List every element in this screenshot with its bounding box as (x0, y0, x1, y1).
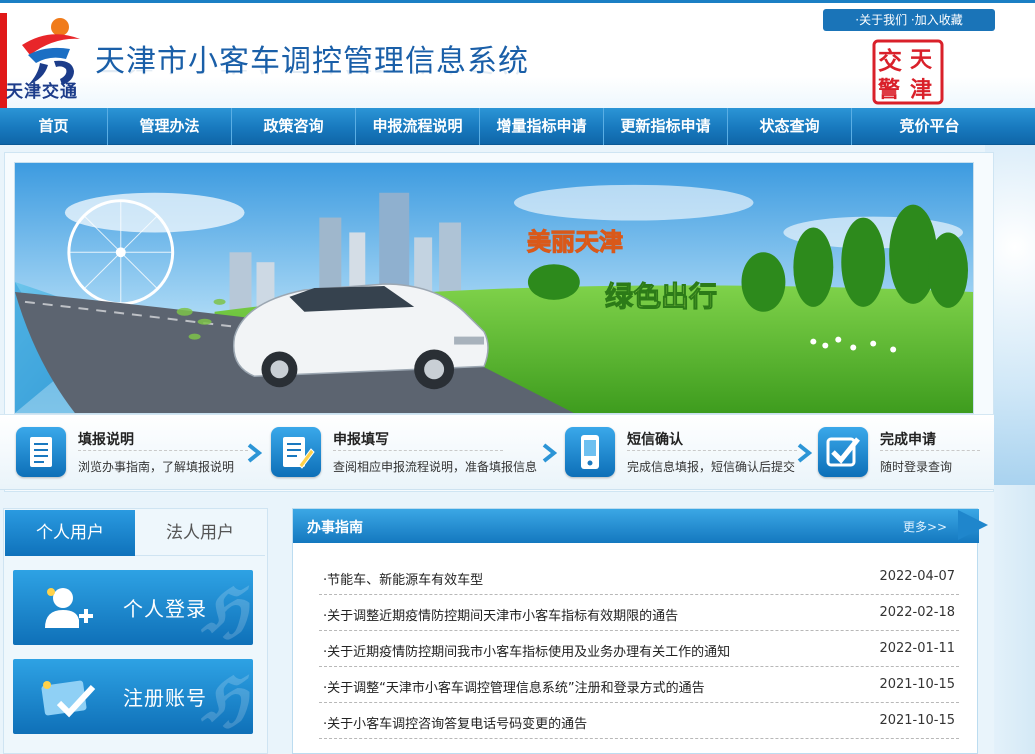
banner-slogan-green-travel: 绿色出行 (604, 280, 718, 314)
guide-header: 办事指南 更多>> (293, 509, 979, 543)
main-nav: 首页 管理办法 政策咨询 申报流程说明 增量指标申请 更新指标申请 状态查询 竞… (0, 108, 1035, 145)
nav-home[interactable]: 首页 (0, 108, 108, 145)
nav-status-query[interactable]: 状态查询 (728, 108, 852, 145)
list-item[interactable]: ·关于近期疫情防控期间我市小客车指标使用及业务办理有关工作的通知 2022-01… (319, 631, 959, 667)
header: 天津交通 天津市小客车调控管理信息系统 天津市小客车调控管理信息系统 ·关于我们… (0, 0, 1035, 109)
step-title: 填报说明 (78, 432, 134, 448)
list-item[interactable]: ·节能车、新能源车有效车型 2022-04-07 (319, 559, 959, 595)
nav-policy-consult[interactable]: 政策咨询 (232, 108, 356, 145)
register-account-label: 注册账号 (123, 686, 207, 710)
svg-text:警: 警 (877, 77, 900, 103)
banner-slogan-beautiful-tianjin: 美丽天津 (527, 228, 624, 257)
step-fill-guide[interactable]: 填报说明 浏览办事指南，了解填报说明 (16, 425, 248, 485)
list-item[interactable]: ·关于调整“天津市小客车调控管理信息系统”注册和登录方式的通告 2021-10-… (319, 667, 959, 703)
step-title: 短信确认 (627, 432, 683, 448)
list-item[interactable]: ·关于小客车调控咨询答复电话号码变更的通告 2021-10-15 (319, 703, 959, 739)
site-title-reflection: 天津市小客车调控管理信息系统 (95, 70, 529, 84)
news-date: 2021-10-15 (879, 677, 955, 692)
banner-image (14, 162, 974, 414)
chevron-right-icon (542, 443, 557, 463)
step-divider (880, 450, 980, 451)
step-fill-application[interactable]: 申报填写 查阅相应申报流程说明，准备填报信息 (271, 425, 541, 485)
step-complete[interactable]: 完成申请 随时登录查询 (818, 425, 988, 485)
step-description: 浏览办事指南，了解填报说明 (78, 460, 235, 474)
step-description: 完成信息填报，短信确认后提交 (627, 460, 796, 474)
news-date: 2022-02-18 (879, 605, 955, 620)
checkmark-icon (818, 427, 868, 477)
news-title[interactable]: ·关于小客车调控咨询答复电话号码变更的通告 (323, 713, 587, 732)
add-favorite-link[interactable]: 加入收藏 (915, 13, 963, 27)
news-title[interactable]: ·关于调整“天津市小客车调控管理信息系统”注册和登录方式的通告 (323, 677, 705, 696)
service-guide-panel: 办事指南 更多>> ·节能车、新能源车有效车型 2022-04-07 ·关于调整… (292, 508, 979, 754)
header-ribbon-icon (958, 510, 988, 540)
news-date: 2022-01-11 (879, 641, 955, 656)
step-sms-confirm[interactable]: 短信确认 完成信息填报，短信确认后提交 (565, 425, 797, 485)
personal-login-button[interactable]: ℌ 个人登录 (13, 570, 253, 645)
step-divider (78, 450, 248, 451)
news-title[interactable]: ·关于调整近期疫情防控期间天津市小客车指标有效期限的通告 (323, 605, 678, 624)
news-title[interactable]: ·关于近期疫情防控期间我市小客车指标使用及业务办理有关工作的通知 (323, 641, 730, 660)
tab-personal-user[interactable]: 个人用户 (5, 510, 135, 556)
watermark-glyph: ℌ (201, 576, 247, 645)
login-panel: 个人用户 法人用户 ℌ 个人登录 ℌ 注册账号 (3, 508, 268, 754)
tab-corporate-user[interactable]: 法人用户 (135, 510, 265, 556)
register-account-button[interactable]: ℌ 注册账号 (13, 659, 253, 734)
news-list: ·节能车、新能源车有效车型 2022-04-07 ·关于调整近期疫情防控期间天津… (319, 559, 959, 739)
user-type-tabs: 个人用户 法人用户 (5, 510, 267, 556)
register-check-icon (41, 680, 96, 718)
chevron-right-icon (247, 443, 262, 463)
nav-bidding-platform[interactable]: 竞价平台 (852, 108, 1007, 145)
list-item[interactable]: ·关于调整近期疫情防控期间天津市小客车指标有效期限的通告 2022-02-18 (319, 595, 959, 631)
tianjin-traffic-police-seal[interactable]: 交 天 警 津 (872, 39, 944, 105)
nav-process-guide[interactable]: 申报流程说明 (356, 108, 480, 145)
document-icon (16, 427, 66, 477)
svg-text:天: 天 (910, 47, 933, 73)
chevron-right-icon (797, 443, 812, 463)
user-add-icon (45, 588, 93, 628)
news-title[interactable]: ·节能车、新能源车有效车型 (323, 569, 483, 588)
mobile-phone-icon (565, 427, 615, 477)
step-description: 随时登录查询 (880, 460, 953, 474)
top-links-bar: ·关于我们 ·加入收藏 (823, 9, 995, 31)
personal-login-label: 个人登录 (123, 597, 207, 621)
nav-renew-quota-apply[interactable]: 更新指标申请 (604, 108, 728, 145)
nav-management-rules[interactable]: 管理办法 (108, 108, 232, 145)
logo-text: 天津交通 (6, 82, 78, 102)
step-divider (333, 450, 503, 451)
edit-form-icon (271, 427, 321, 477)
news-date: 2022-04-07 (879, 569, 955, 584)
application-steps: 填报说明 浏览办事指南，了解填报说明 申报填写 查阅相应申报流程说明，准备填报信… (0, 414, 994, 490)
nav-new-quota-apply[interactable]: 增量指标申请 (480, 108, 604, 145)
more-link[interactable]: 更多>> (903, 518, 947, 535)
step-title: 完成申请 (880, 432, 936, 448)
step-description: 查阅相应申报流程说明，准备填报信息 (333, 460, 538, 474)
step-divider (627, 450, 797, 451)
about-us-link[interactable]: 关于我们 (859, 13, 907, 27)
svg-text:交: 交 (878, 46, 902, 75)
watermark-glyph: ℌ (201, 665, 247, 734)
svg-text:津: 津 (910, 77, 932, 103)
step-title: 申报填写 (333, 432, 389, 448)
news-date: 2021-10-15 (879, 713, 955, 728)
guide-title: 办事指南 (307, 520, 363, 536)
